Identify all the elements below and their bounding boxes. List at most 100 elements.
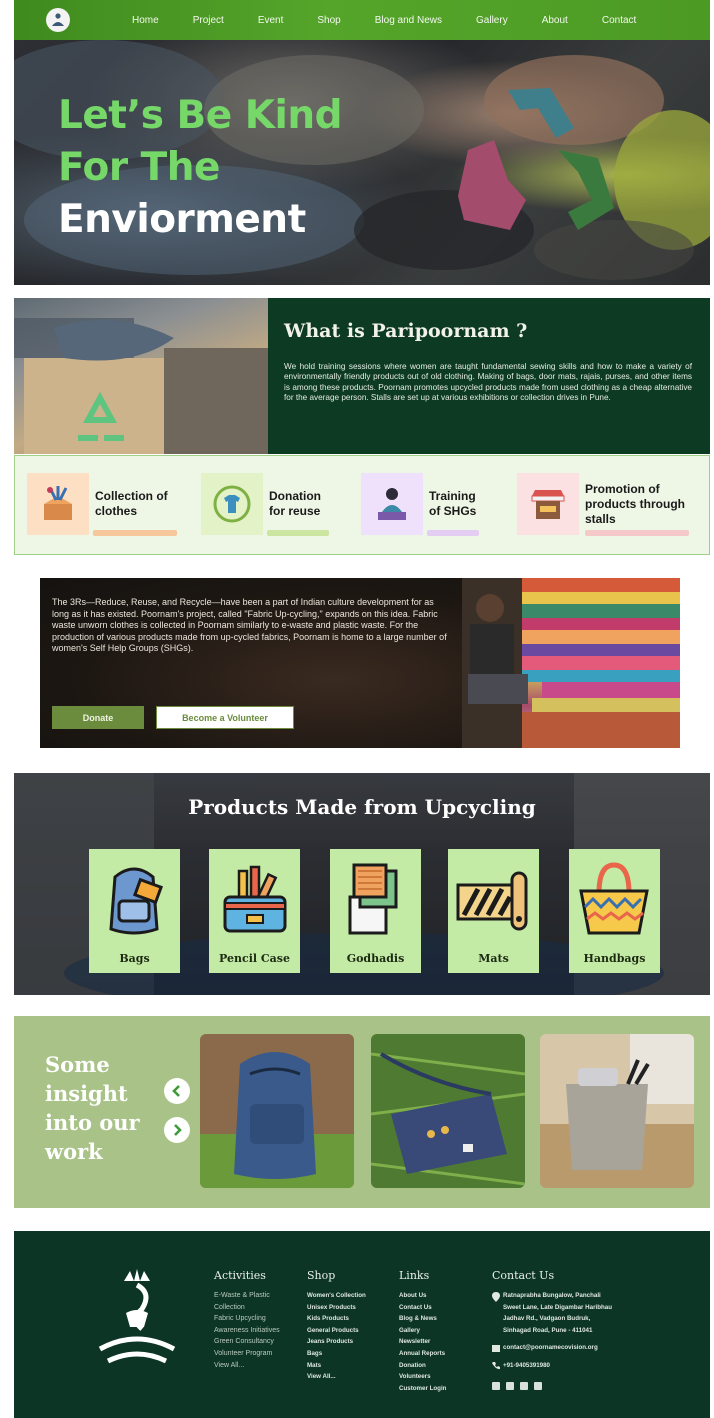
fabric-stack-photo (462, 578, 680, 748)
footer-link[interactable]: Customer Login (399, 1383, 446, 1395)
footer-link[interactable]: Mats (307, 1360, 366, 1372)
top-nav: Home Project Event Shop Blog and News Ga… (14, 0, 710, 40)
product-label: Handbags (583, 952, 646, 965)
footer-link[interactable]: Kids Products (307, 1313, 366, 1325)
features-strip: Collection of clothes Donation for reuse… (14, 455, 710, 555)
feature-underline (267, 530, 329, 536)
location-pin-icon (492, 1292, 500, 1302)
about-title: What is Paripoornam ? (284, 320, 528, 342)
footer-phone-row: +91-9405391980 (492, 1360, 612, 1372)
footer-link[interactable]: Bags (307, 1348, 366, 1360)
insight-section: Some insight into our work (14, 1016, 710, 1208)
youtube-icon[interactable] (534, 1381, 542, 1390)
lotus-figure-logo-icon (98, 1269, 176, 1364)
address-line: Ratnaprabha Bungalow, Panchali (503, 1292, 601, 1299)
footer-link[interactable]: Contact Us (399, 1302, 446, 1314)
linkedin-icon[interactable] (520, 1381, 528, 1390)
footer-link[interactable]: General Products (307, 1325, 366, 1337)
nav-link-home[interactable]: Home (132, 15, 159, 26)
footer-link[interactable]: Donation (399, 1360, 446, 1372)
footer-link[interactable]: Annual Reports (399, 1348, 446, 1360)
footer-link[interactable]: Awareness Initiatives (214, 1325, 280, 1337)
product-card-handbags[interactable]: Handbags (569, 849, 660, 973)
footer-link[interactable]: Volunteers (399, 1371, 446, 1383)
become-volunteer-button[interactable]: Become a Volunteer (156, 706, 294, 729)
product-card-mats[interactable]: Mats (448, 849, 539, 973)
nav-link-gallery[interactable]: Gallery (476, 15, 508, 26)
product-card-pencil-case[interactable]: Pencil Case (209, 849, 300, 973)
footer-contact: Contact Us Ratnaprabha Bungalow, Panchal… (492, 1269, 612, 1390)
carousel-next-button[interactable] (164, 1117, 190, 1143)
footer-link[interactable]: Unisex Products (307, 1302, 366, 1314)
product-label: Bags (119, 952, 150, 965)
hero-title-line2: For The (58, 145, 220, 190)
about-photo (14, 298, 268, 454)
insight-title: Some insight into our work (45, 1050, 140, 1166)
quilt-icon (348, 863, 398, 935)
feature-label: Training of SHGs (429, 489, 477, 518)
insight-photo-sling-bag[interactable] (371, 1034, 525, 1188)
footer-link[interactable]: View All... (214, 1360, 280, 1372)
footer-link[interactable]: Green Consultancy (214, 1336, 280, 1348)
page: Home Project Event Shop Blog and News Ga… (0, 0, 714, 1418)
shirt-cycle-icon (201, 473, 263, 535)
rolled-mat-icon (456, 871, 528, 931)
feature-underline (93, 530, 177, 536)
address-line: Sweet Lane, Late Digambar Haribhau (503, 1303, 612, 1311)
backpack-icon (109, 867, 163, 935)
mail-icon (492, 1344, 500, 1352)
footer-link[interactable]: Gallery (399, 1325, 446, 1337)
hero-banner: Let’s Be Kind For The Enviorment (14, 40, 710, 285)
insight-title-line: work (45, 1139, 103, 1164)
footer-address: Ratnaprabha Bungalow, Panchali Sweet Lan… (492, 1290, 612, 1336)
footer-email[interactable]: contact@poornamecovision.org (503, 1342, 598, 1354)
feature-collection: Collection of clothes (27, 473, 179, 535)
three-rs-text: The 3Rs—Reduce, Reuse, and Recycle—have … (52, 597, 447, 653)
footer-link[interactable]: Fabric Upcycling (214, 1313, 280, 1325)
footer-link[interactable]: About Us (399, 1290, 446, 1302)
feature-underline (427, 530, 479, 536)
nav-link-blog[interactable]: Blog and News (375, 15, 442, 26)
nav-link-event[interactable]: Event (258, 15, 284, 26)
social-icons (492, 1381, 612, 1390)
product-card-bags[interactable]: Bags (89, 849, 180, 973)
address-line: Jadhav Rd., Vadgaon Budruk, (503, 1315, 591, 1323)
footer-links: Links About Us Contact Us Blog & News Ga… (399, 1269, 446, 1394)
footer-link[interactable]: Newsletter (399, 1336, 446, 1348)
nav-link-contact[interactable]: Contact (602, 15, 636, 26)
footer: Activities E-Waste & Plastic Collection … (14, 1231, 710, 1418)
feature-underline (585, 530, 689, 536)
products-title: Products Made from Upcycling (188, 795, 536, 819)
footer-shop: Shop Women's Collection Unisex Products … (307, 1269, 366, 1383)
feature-label: Donation for reuse (269, 489, 321, 518)
footer-link[interactable]: Women's Collection (307, 1290, 366, 1302)
insight-title-line: into our (45, 1110, 140, 1135)
nav-link-about[interactable]: About (542, 15, 568, 26)
pencil-case-icon (223, 865, 287, 933)
carousel-prev-button[interactable] (164, 1078, 190, 1104)
footer-link[interactable]: Blog & News (399, 1313, 446, 1325)
nav-links: Home Project Event Shop Blog and News Ga… (132, 15, 670, 26)
facebook-icon[interactable] (492, 1381, 500, 1390)
product-card-godhadis[interactable]: Godhadis (330, 849, 421, 973)
footer-link[interactable]: Collection (214, 1302, 280, 1314)
clothes-box-icon (27, 473, 89, 535)
footer-link[interactable]: Jeans Products (307, 1336, 366, 1348)
insight-photo-backpack[interactable] (200, 1034, 354, 1188)
nav-link-project[interactable]: Project (193, 15, 224, 26)
footer-link[interactable]: Volunteer Program (214, 1348, 280, 1360)
footer-link[interactable]: E-Waste & Plastic (214, 1290, 280, 1302)
phone-icon (492, 1361, 500, 1369)
insight-photo-basket[interactable] (540, 1034, 694, 1188)
feature-donation: Donation for reuse (201, 473, 331, 535)
meditating-figure-logo-icon[interactable] (46, 8, 70, 32)
footer-link[interactable]: View All... (307, 1371, 366, 1383)
donate-button[interactable]: Donate (52, 706, 144, 729)
nav-link-shop[interactable]: Shop (317, 15, 340, 26)
footer-heading: Shop (307, 1269, 336, 1282)
feature-label: Collection of clothes (95, 489, 168, 518)
product-label: Mats (478, 952, 509, 965)
instagram-icon[interactable] (506, 1381, 514, 1390)
footer-heading: Contact Us (492, 1269, 555, 1282)
footer-phone[interactable]: +91-9405391980 (503, 1360, 550, 1372)
